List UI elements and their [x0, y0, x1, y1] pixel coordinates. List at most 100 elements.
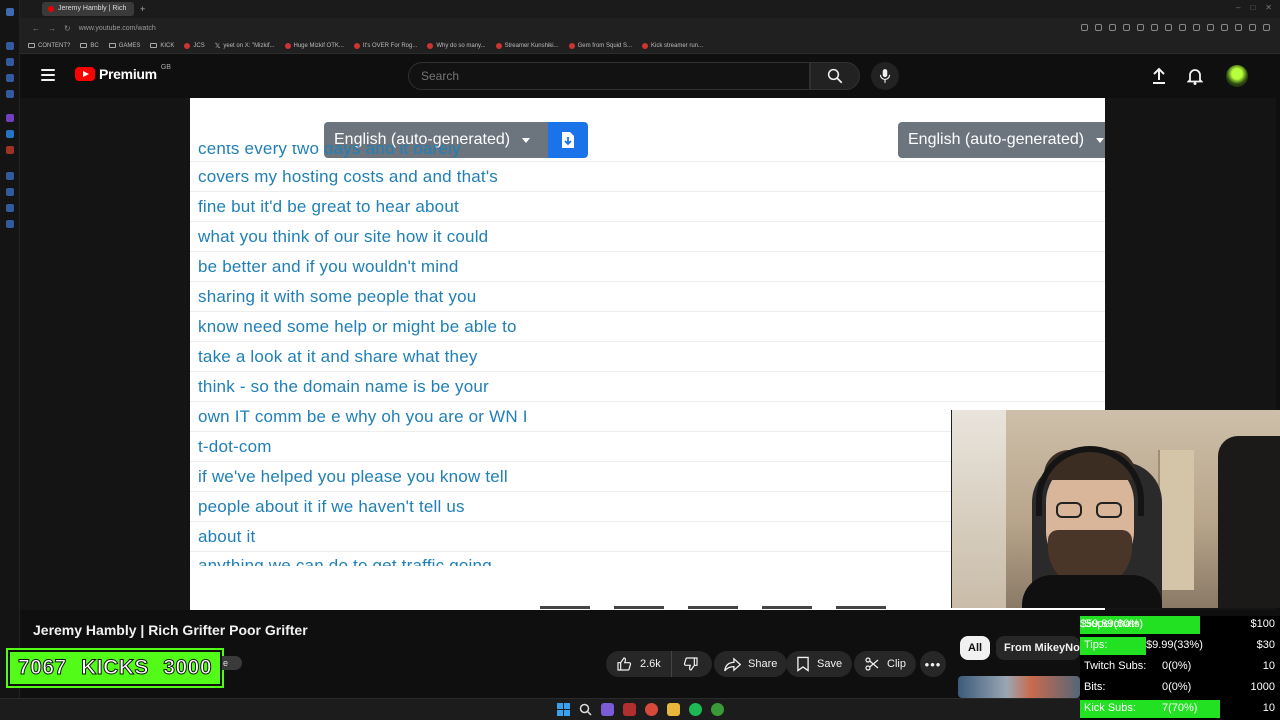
extension-icon[interactable]: [1165, 24, 1172, 31]
extension-icon[interactable]: [1263, 24, 1270, 31]
upload-icon: [1153, 67, 1165, 84]
file-explorer-icon[interactable]: [667, 703, 680, 716]
kicks-goal: 3000: [163, 656, 212, 680]
maximize-icon[interactable]: □: [1250, 3, 1255, 12]
chrome-app-icon[interactable]: [645, 703, 658, 716]
sidebar-app-icon[interactable]: [6, 90, 14, 98]
like-count: 2.6k: [640, 658, 661, 670]
bookmark-item[interactable]: Why do so many...: [427, 42, 486, 49]
hamburger-menu-icon[interactable]: [41, 69, 55, 81]
account-avatar[interactable]: [1226, 65, 1248, 87]
sidebar-app-icon[interactable]: [6, 42, 14, 50]
goal-row: Kick Subs: 7(70%) 10: [1080, 700, 1280, 718]
bookmark-item[interactable]: Streamer Kunshiki...: [495, 42, 559, 49]
spotify-icon[interactable]: [689, 703, 702, 716]
url-field[interactable]: www.youtube.com/watch: [79, 25, 156, 32]
bookmark-icon: [797, 656, 809, 672]
close-icon[interactable]: ✕: [1265, 3, 1272, 12]
xbox-icon[interactable]: [711, 703, 724, 716]
bookmark-item[interactable]: BC: [80, 43, 99, 49]
goal-label: Twitch Subs:: [1084, 660, 1147, 672]
notifications-button[interactable]: [1185, 66, 1205, 86]
chevron-down-icon: [1096, 137, 1105, 143]
chip-all[interactable]: All: [960, 636, 991, 660]
windows-taskbar: [0, 698, 1080, 720]
sidebar-app-icon[interactable]: [6, 204, 14, 212]
extension-icon[interactable]: [1095, 24, 1102, 31]
clip-button[interactable]: Clip: [854, 651, 916, 677]
youtube-favicon-icon: [427, 42, 434, 49]
sidebar-app-icon[interactable]: [6, 114, 14, 122]
thumbs-up-icon: [617, 657, 632, 671]
sidebar-app-icon[interactable]: [6, 172, 14, 180]
bookmark-item[interactable]: KICK: [150, 43, 174, 49]
player-progress-segments[interactable]: [540, 606, 886, 609]
bookmark-item[interactable]: It's OVER For Rog...: [353, 42, 417, 49]
sidebar-app-icon[interactable]: [6, 220, 14, 228]
chat-app-icon[interactable]: [601, 703, 614, 716]
extension-icon[interactable]: [1137, 24, 1144, 31]
upload-button[interactable]: [1149, 66, 1169, 86]
save-button[interactable]: Save: [786, 651, 853, 677]
like-button[interactable]: 2.6k: [606, 651, 672, 677]
voice-search-button[interactable]: [871, 62, 899, 90]
browser-tab-active[interactable]: Jeremy Hambly | Rich: [42, 2, 134, 16]
bookmark-item[interactable]: Huge Mizkif OTK...: [284, 42, 344, 49]
extension-icon[interactable]: [1151, 24, 1158, 31]
bookmark-item[interactable]: Kick streamer run...: [642, 42, 703, 49]
goal-target: $30: [1256, 639, 1275, 651]
goal-value: 0(0%): [1162, 681, 1192, 693]
window-controls: – □ ✕: [1236, 3, 1272, 12]
bookmark-item[interactable]: JCS: [184, 42, 205, 49]
sidebar-app-icon[interactable]: [6, 58, 14, 66]
extension-icon[interactable]: [1235, 24, 1242, 31]
search-input[interactable]: [409, 63, 809, 89]
bookmarks-bar: CONTENT? BC GAMES KICK JCS 𝕏yeet on X: "…: [20, 38, 1280, 54]
windows-start-icon[interactable]: [557, 703, 570, 716]
recommended-video-thumbnail[interactable]: [958, 676, 1080, 698]
search-button[interactable]: [810, 62, 860, 90]
x-logo-icon: 𝕏: [214, 42, 221, 50]
extension-icon[interactable]: [1249, 24, 1256, 31]
goal-value: 0(0%): [1162, 660, 1192, 672]
sidebar-app-icon[interactable]: [6, 146, 14, 154]
extension-icon[interactable]: [1179, 24, 1186, 31]
tab-title: Jeremy Hambly | Rich: [58, 5, 127, 12]
sidebar-app-icon[interactable]: [6, 188, 14, 196]
share-icon: [724, 656, 741, 672]
minimize-icon[interactable]: –: [1236, 3, 1240, 12]
extension-icon[interactable]: [1109, 24, 1116, 31]
more-actions-button[interactable]: •••: [920, 651, 946, 677]
zoom-icon[interactable]: [1081, 24, 1088, 31]
youtube-premium-logo[interactable]: Premium GB: [75, 64, 171, 82]
browser-app-icon[interactable]: [623, 703, 636, 716]
youtube-favicon-icon: [568, 42, 575, 49]
sidebar-app-icon[interactable]: [6, 130, 14, 138]
screen: Jeremy Hambly | Rich + – □ ✕ ← → ↻ www.y…: [0, 0, 1280, 720]
reload-icon[interactable]: ↻: [64, 24, 71, 33]
back-icon[interactable]: ←: [32, 24, 40, 33]
bookmark-item[interactable]: Gem from Squid S...: [568, 42, 632, 49]
share-button[interactable]: Share: [714, 651, 788, 677]
extension-icon[interactable]: [1123, 24, 1130, 31]
forward-icon[interactable]: →: [48, 24, 56, 33]
goal-target: $100: [1250, 618, 1275, 630]
extension-icon[interactable]: [1207, 24, 1214, 31]
youtube-favicon-icon: [495, 42, 502, 49]
goal-value: 7(70%): [1162, 702, 1198, 714]
bookmark-item[interactable]: 𝕏yeet on X: "Mizkif...: [215, 42, 275, 50]
bookmark-item[interactable]: GAMES: [108, 43, 140, 49]
chip-from-channel[interactable]: From MikeyNoh: [996, 636, 1080, 660]
subscribe-button[interactable]: e: [222, 656, 242, 670]
sidebar-app-icon[interactable]: [6, 74, 14, 82]
extension-icon[interactable]: [1193, 24, 1200, 31]
youtube-favicon-icon: [284, 42, 291, 49]
dislike-button[interactable]: [672, 651, 710, 677]
bookmark-item[interactable]: CONTENT?: [28, 43, 70, 49]
browser-menu-icon[interactable]: [6, 8, 14, 16]
folder-icon: [28, 43, 35, 48]
donation-goals-overlay: Superchats: $59.89(60%) $100 Tips: $9.99(33%…: [1080, 616, 1280, 720]
new-tab-button[interactable]: +: [140, 4, 145, 14]
extension-icon[interactable]: [1221, 24, 1228, 31]
taskbar-search-icon[interactable]: [579, 703, 592, 716]
